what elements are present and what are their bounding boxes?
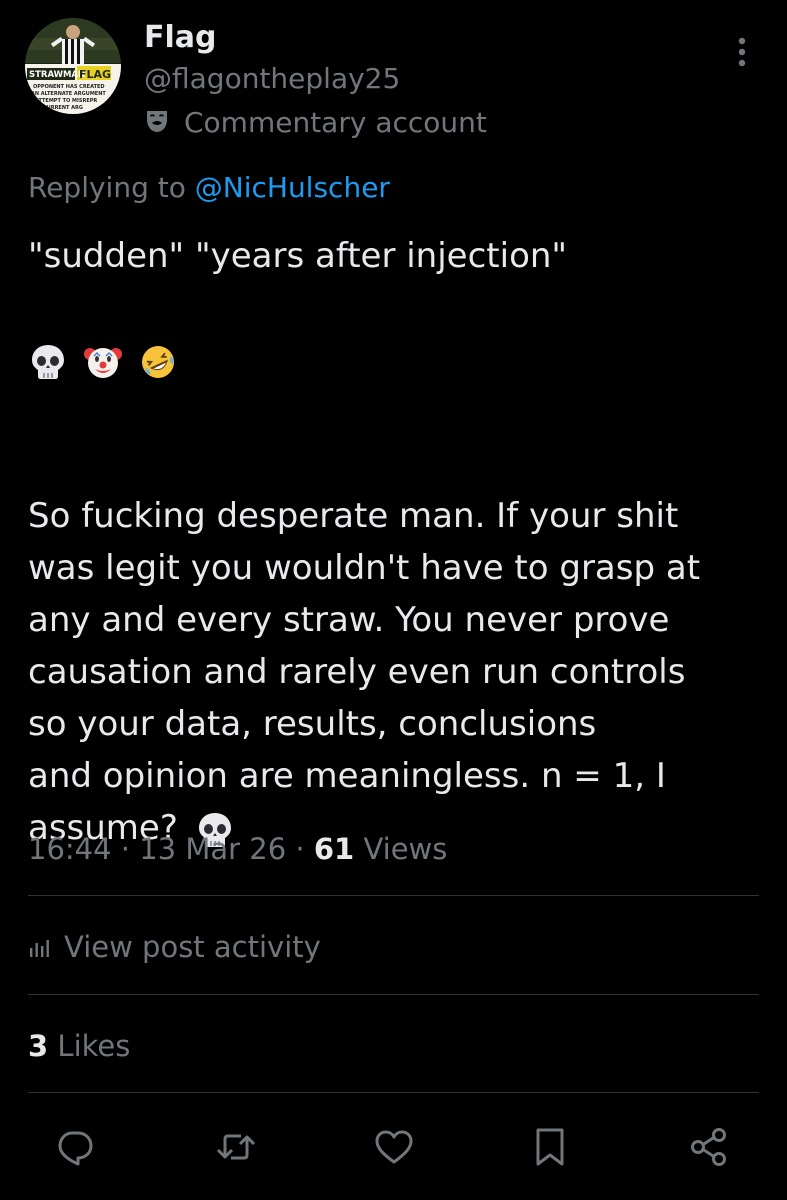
reply-button[interactable] bbox=[52, 1124, 98, 1170]
like-icon bbox=[375, 1130, 413, 1164]
account-label-text: Commentary account bbox=[184, 106, 487, 139]
divider bbox=[28, 1092, 759, 1093]
tweet-text: "sudden" "years after injection" So fuck… bbox=[28, 230, 758, 854]
account-label: Commentary account bbox=[144, 104, 487, 142]
more-vertical-icon bbox=[738, 37, 746, 67]
share-icon bbox=[691, 1128, 726, 1166]
bookmark-icon bbox=[536, 1128, 564, 1166]
like-button[interactable] bbox=[371, 1124, 417, 1170]
skull-emoji bbox=[32, 344, 64, 379]
avatar-sign-flag: FLAG bbox=[79, 68, 111, 81]
view-post-activity-label: View post activity bbox=[64, 930, 321, 964]
views-count: 61 bbox=[313, 832, 355, 866]
replying-to-handle-link[interactable]: @NicHulscher bbox=[195, 171, 390, 204]
divider bbox=[28, 895, 759, 896]
replying-to-prefix: Replying to bbox=[28, 171, 195, 204]
author-handle[interactable]: @flagontheplay25 bbox=[144, 60, 400, 98]
divider bbox=[28, 994, 759, 995]
meta-separator: · bbox=[286, 832, 314, 866]
tweet-line: any and every straw. You never prove bbox=[28, 600, 670, 640]
likes-count: 3 bbox=[28, 1029, 49, 1063]
bookmark-button[interactable] bbox=[527, 1124, 573, 1170]
reply-icon bbox=[58, 1131, 93, 1166]
view-post-activity-link[interactable]: View post activity bbox=[28, 926, 321, 968]
repost-icon bbox=[216, 1134, 256, 1160]
tweet-meta: 16:44 · 13 Mar 26 · 61 Views bbox=[28, 829, 447, 869]
share-button[interactable] bbox=[686, 1124, 732, 1170]
avatar-sign-line: OPPONENT HAS CREATED bbox=[33, 84, 105, 90]
tweet-line: So fucking desperate man. If your shit bbox=[28, 496, 679, 536]
avatar-sign-line: CURRENT ARG bbox=[43, 105, 83, 111]
meta-separator: · bbox=[111, 832, 140, 866]
tweet-time[interactable]: 16:44 bbox=[28, 832, 112, 866]
tweet-date[interactable]: 13 Mar 26 bbox=[139, 832, 286, 866]
views-label: Views bbox=[363, 832, 448, 866]
tweet-line: so your data, results, conclusions bbox=[28, 704, 597, 744]
avatar-sign-line: ATTEMPT TO MISREPR bbox=[35, 98, 97, 104]
author-display-name[interactable]: Flag bbox=[144, 18, 217, 58]
avatar-image: STRAWMAN FLAG OPPONENT HAS CREATED AN AL… bbox=[25, 18, 121, 114]
avatar-sign-left: STRAWMAN bbox=[29, 70, 85, 80]
more-options-button[interactable] bbox=[726, 32, 758, 72]
repost-button[interactable] bbox=[213, 1124, 259, 1170]
tweet-line: and opinion are meaningless. n = 1, I bbox=[28, 756, 666, 796]
clown-face-emoji bbox=[83, 347, 122, 378]
replying-to: Replying to @NicHulscher bbox=[28, 169, 390, 207]
rolling-laughing-emoji bbox=[141, 345, 174, 378]
likes-label: Likes bbox=[57, 1029, 131, 1063]
emoji-line bbox=[28, 334, 758, 386]
tweet-line: "sudden" "years after injection" bbox=[28, 236, 568, 276]
theater-mask-icon bbox=[144, 108, 170, 138]
avatar[interactable]: STRAWMAN FLAG OPPONENT HAS CREATED AN AL… bbox=[25, 18, 121, 114]
likes-count-link[interactable]: 3 Likes bbox=[28, 1026, 130, 1066]
bar-chart-icon bbox=[30, 940, 49, 957]
avatar-sign-line: AN ALTERNATE ARGUMENT bbox=[31, 91, 106, 97]
tweet-line: was legit you wouldn't have to grasp at bbox=[28, 548, 701, 588]
tweet-line: causation and rarely even run controls bbox=[28, 652, 686, 692]
